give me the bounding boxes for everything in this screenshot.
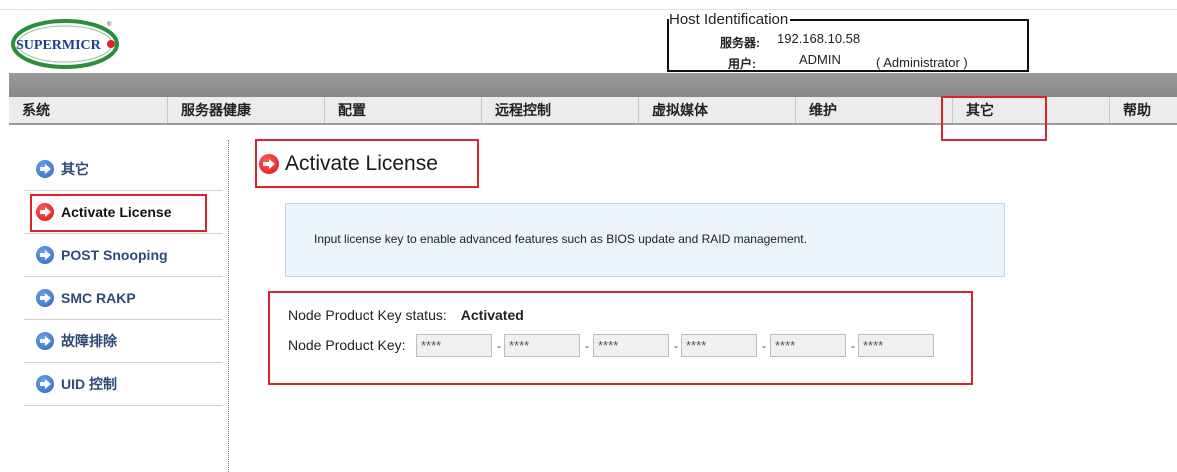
sidebar-divider xyxy=(228,140,229,472)
blue-arrow-icon xyxy=(36,160,54,178)
server-label: 服务器: xyxy=(720,36,760,50)
user-role: ( Administrator ) xyxy=(876,55,968,70)
nav-remote-control[interactable]: 远程控制 xyxy=(481,97,638,123)
nav-server-health[interactable]: 服务器健康 xyxy=(167,97,324,123)
blue-arrow-icon xyxy=(36,246,54,264)
nav-help[interactable]: 帮助 xyxy=(1109,97,1177,123)
nav-maintenance[interactable]: 维护 xyxy=(795,97,952,123)
info-panel: Input license key to enable advanced fea… xyxy=(285,203,1005,277)
sidebar-active-highlight xyxy=(30,194,207,232)
supermicro-logo: SUPERMICR ® xyxy=(11,19,119,69)
svg-text:®: ® xyxy=(107,21,112,28)
sidebar-item-label: 其它 xyxy=(61,161,89,177)
user-name: ADMIN xyxy=(799,52,841,67)
host-identification-panel: Host Identification 服务器: 192.168.10.58 用… xyxy=(667,12,1029,72)
sidebar-item-smc-rakp[interactable]: SMC RAKP xyxy=(24,277,223,320)
header-band xyxy=(9,73,1177,97)
nav-system[interactable]: 系统 xyxy=(9,97,167,123)
sidebar-item-label: UID 控制 xyxy=(61,376,117,392)
user-label: 用户: xyxy=(728,57,756,71)
sidebar: 其它 Activate License POST Snooping SMC RA… xyxy=(24,148,223,406)
nav-active-highlight xyxy=(941,96,1047,141)
title-highlight xyxy=(255,139,479,188)
nav-virtual-media[interactable]: 虚拟媒体 xyxy=(638,97,795,123)
sidebar-item-post-snooping[interactable]: POST Snooping xyxy=(24,234,223,277)
server-ip: 192.168.10.58 xyxy=(777,31,861,46)
sidebar-item-troubleshooting[interactable]: 故障排除 xyxy=(24,320,223,363)
sidebar-item-misc[interactable]: 其它 xyxy=(24,148,223,191)
svg-text:SUPERMICR: SUPERMICR xyxy=(16,38,102,53)
nav-configuration[interactable]: 配置 xyxy=(324,97,481,123)
sidebar-item-label: POST Snooping xyxy=(61,247,168,263)
blue-arrow-icon xyxy=(36,332,54,350)
blue-arrow-icon xyxy=(36,289,54,307)
key-section-highlight xyxy=(268,291,973,385)
top-divider xyxy=(0,9,1177,10)
blue-arrow-icon xyxy=(36,375,54,393)
host-identification-title: Host Identification xyxy=(669,11,791,28)
sidebar-item-label: SMC RAKP xyxy=(61,290,136,306)
sidebar-item-label: 故障排除 xyxy=(61,333,117,349)
info-message: Input license key to enable advanced fea… xyxy=(314,232,807,246)
sidebar-item-uid-control[interactable]: UID 控制 xyxy=(24,363,223,406)
